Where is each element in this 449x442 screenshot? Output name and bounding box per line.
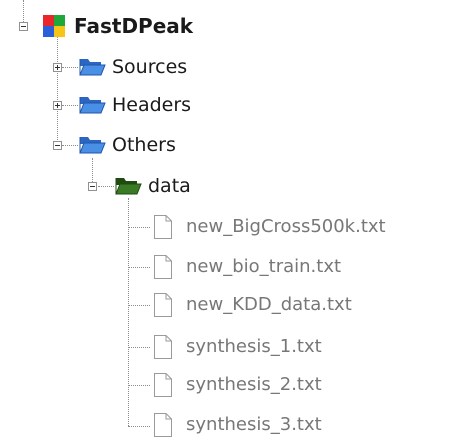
tree-line: [62, 105, 78, 106]
folder-open-green-icon: [114, 174, 142, 198]
folder-open-icon: [78, 93, 106, 117]
tree-file-synthesis-3[interactable]: synthesis_3.txt: [152, 409, 322, 441]
tree-node-headers[interactable]: Headers: [78, 89, 191, 121]
tree-file-label: new_BigCross500k.txt: [186, 216, 386, 237]
tree-line: [98, 186, 114, 187]
tree-node-fastdpeak[interactable]: FastDPeak: [40, 10, 193, 42]
tree-file-synthesis-1[interactable]: synthesis_1.txt: [152, 331, 322, 363]
tree-node-sources[interactable]: Sources: [78, 51, 187, 83]
tree-file-label: synthesis_3.txt: [186, 414, 322, 435]
folder-open-icon: [78, 133, 106, 157]
headers-expand-toggle[interactable]: [53, 101, 62, 110]
file-icon: [152, 214, 174, 240]
tree-node-label: data: [148, 174, 191, 197]
tree-node-label: Others: [112, 133, 176, 156]
project-tree: FastDPeak Sources Headers Others data ne…: [0, 0, 449, 441]
tree-file-synthesis-2[interactable]: synthesis_2.txt: [152, 369, 322, 401]
tree-line: [57, 34, 58, 144]
tree-file-label: new_KDD_data.txt: [186, 294, 352, 315]
tree-file-new-kdd-data[interactable]: new_KDD_data.txt: [152, 289, 352, 321]
tree-line: [128, 267, 150, 268]
tree-node-label: Headers: [112, 93, 192, 116]
folder-open-icon: [78, 55, 106, 79]
file-icon: [152, 254, 174, 280]
tree-line: [128, 347, 150, 348]
file-icon: [152, 412, 174, 438]
tree-line: [128, 385, 150, 386]
tree-line: [128, 198, 129, 426]
root-collapse-toggle[interactable]: [19, 22, 28, 31]
tree-node-label: Sources: [112, 55, 188, 78]
tree-file-label: synthesis_1.txt: [186, 336, 322, 357]
tree-file-label: new_bio_train.txt: [186, 256, 342, 277]
sources-expand-toggle[interactable]: [53, 63, 62, 72]
tree-file-new-bio-train[interactable]: new_bio_train.txt: [152, 251, 341, 283]
file-icon: [152, 372, 174, 398]
tree-node-label: FastDPeak: [74, 14, 194, 38]
tree-line: [62, 67, 78, 68]
tree-file-label: synthesis_2.txt: [186, 374, 322, 395]
tree-node-data[interactable]: data: [114, 170, 191, 202]
tree-line: [128, 305, 150, 306]
tree-line: [128, 227, 150, 228]
tree-node-others[interactable]: Others: [78, 129, 176, 161]
others-collapse-toggle[interactable]: [53, 141, 62, 150]
tree-file-new-bigcross500k[interactable]: new_BigCross500k.txt: [152, 211, 386, 243]
project-icon: [40, 14, 68, 38]
file-icon: [152, 292, 174, 318]
tree-line: [62, 145, 78, 146]
tree-line: [128, 426, 150, 427]
data-collapse-toggle[interactable]: [88, 182, 97, 191]
file-icon: [152, 334, 174, 360]
